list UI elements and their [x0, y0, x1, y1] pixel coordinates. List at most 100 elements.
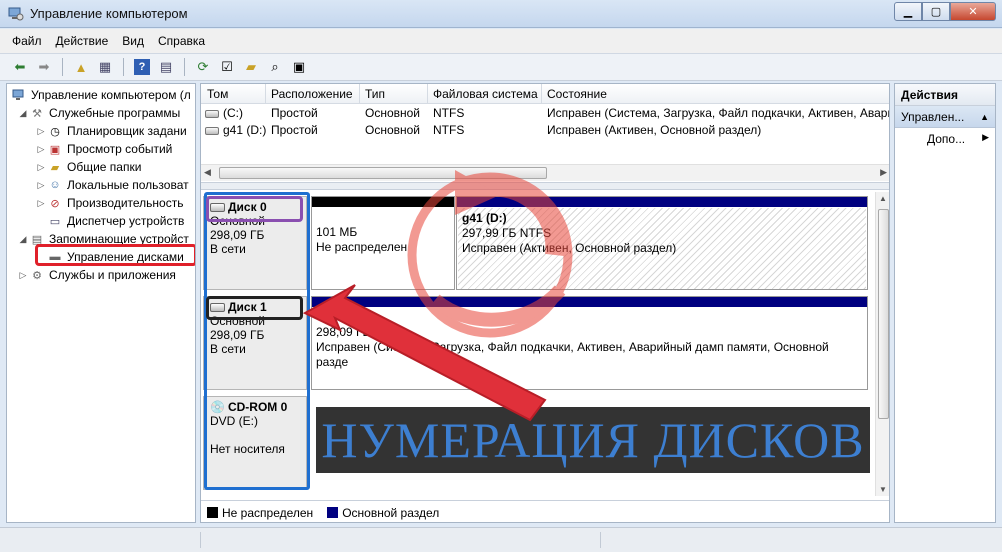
refresh-icon: ⟳	[197, 59, 209, 74]
tree-label: Службы и приложения	[49, 268, 176, 282]
volume-type: Основной	[365, 106, 421, 120]
tree-label: Производительность	[67, 196, 184, 210]
collapse-arrow-icon[interactable]: ◢	[17, 234, 29, 245]
tree-root[interactable]: Управление компьютером (л	[11, 86, 191, 104]
scroll-right-icon[interactable]: ▶	[880, 167, 887, 178]
toolbar-separator	[184, 58, 185, 76]
column-layout[interactable]: Расположение	[271, 87, 353, 101]
tree-label: Локальные пользоват	[67, 178, 189, 192]
tree-item-local-users[interactable]: ▷ ☺ Локальные пользоват	[35, 176, 189, 194]
disk-0-highlight	[206, 196, 303, 222]
title-bar: Управление компьютером ▁ ▢ ✕	[0, 0, 1002, 28]
expand-arrow-icon[interactable]: ▷	[17, 270, 29, 281]
menu-view[interactable]: Вид	[122, 34, 144, 48]
actions-pane: Действия Управлен... ▲ Допо... ▶	[894, 83, 996, 523]
volume-status: Исправен (Активен, Основной раздел)	[547, 123, 762, 137]
back-button[interactable]: ⬅	[10, 57, 30, 77]
clock-icon: ◷	[50, 125, 60, 138]
menu-action[interactable]: Действие	[56, 34, 109, 48]
partition-c[interactable]: 298,09 ГБ NTFS Исправен (Система, Загруз…	[311, 296, 868, 390]
volume-layout: Простой	[271, 123, 318, 137]
window-title: Управление компьютером	[30, 6, 188, 21]
open-folder-icon: ▰	[246, 59, 256, 74]
pane-splitter[interactable]	[201, 182, 889, 190]
disk-map-vscrollbar[interactable]: ▲ ▼	[875, 192, 889, 496]
tree-item-task-scheduler[interactable]: ▷ ◷ Планировщик задани	[35, 122, 187, 140]
search-button[interactable]: ⌕	[265, 57, 285, 77]
status-bar	[0, 527, 1002, 552]
volume-name: (C:)	[223, 106, 243, 120]
volume-fs: NTFS	[433, 123, 465, 137]
show-hide-action-pane-button[interactable]: ▤	[156, 57, 176, 77]
column-status[interactable]: Состояние	[547, 87, 607, 101]
device-manager-icon: ▭	[49, 215, 61, 228]
disk-management-highlight	[35, 244, 195, 266]
column-filesystem[interactable]: Файловая система	[433, 87, 538, 101]
tree-label: Планировщик задани	[67, 124, 187, 138]
toolbar: ⬅ ➡ ▲ ▦ ? ▤ ⟳ ☑ ▰ ⌕ ▣	[0, 53, 1002, 81]
actions-more[interactable]: Допо... ▶	[895, 128, 995, 150]
volume-icon	[205, 109, 219, 118]
submenu-arrow-icon: ▶	[982, 132, 989, 142]
expand-arrow-icon[interactable]: ▷	[35, 180, 47, 191]
menu-bar: Файл Действие Вид Справка	[0, 29, 1002, 53]
menu-help[interactable]: Справка	[158, 34, 205, 48]
scrollbar-thumb[interactable]	[878, 209, 889, 419]
partition-status: Исправен (Система, Загрузка, Файл подкач…	[316, 340, 829, 369]
partition-unallocated[interactable]: 101 МБ Не распределен	[311, 196, 455, 290]
expand-arrow-icon[interactable]: ▷	[35, 162, 47, 173]
partition-size: 101 МБ	[316, 225, 358, 239]
show-hide-tree-button[interactable]: ▦	[95, 57, 115, 77]
back-arrow-icon: ⬅	[14, 59, 26, 74]
annotation-banner: НУМЕРАЦИЯ ДИСКОВ	[316, 407, 870, 473]
volume-list-hscrollbar[interactable]: ◀ ▶	[201, 164, 889, 181]
partition-size: 297,99 ГБ NTFS	[462, 226, 552, 240]
services-icon: ⚙	[32, 269, 42, 282]
expand-arrow-icon[interactable]: ▷	[35, 126, 47, 137]
up-level-button[interactable]: ▲	[71, 57, 91, 77]
maximize-icon: ▢	[930, 6, 942, 18]
table-row[interactable]: (C:) Простой Основной NTFS Исправен (Сис…	[201, 105, 889, 122]
collapse-arrow-icon[interactable]: ◢	[17, 108, 29, 119]
tree-label: Просмотр событий	[67, 142, 173, 156]
expand-arrow-icon[interactable]: ▷	[35, 198, 47, 209]
tree-item-performance[interactable]: ▷ ⊘ Производительность	[35, 194, 184, 212]
column-volume[interactable]: Том	[207, 87, 228, 101]
partition-size: 298,09 ГБ NTFS	[316, 325, 406, 339]
disk-properties-button[interactable]: ▣	[289, 57, 309, 77]
forward-arrow-icon: ➡	[38, 59, 50, 74]
computer-management-icon	[8, 6, 24, 22]
minimize-icon: ▁	[903, 6, 913, 18]
maximize-button[interactable]: ▢	[922, 2, 950, 21]
scroll-left-icon[interactable]: ◀	[204, 167, 211, 178]
toolbar-separator	[62, 58, 63, 76]
tree-item-services[interactable]: ▷ ⚙ Службы и приложения	[17, 266, 176, 284]
partition-d[interactable]: g41 (D:) 297,99 ГБ NTFS Исправен (Активе…	[456, 196, 868, 290]
tree-item-system-tools[interactable]: ◢ ⚒ Служебные программы	[17, 104, 181, 122]
scrollbar-thumb[interactable]	[219, 167, 547, 179]
actions-section[interactable]: Управлен... ▲	[895, 106, 995, 128]
tree-item-shared-folders[interactable]: ▷ ▰ Общие папки	[35, 158, 142, 176]
table-row[interactable]: g41 (D:) Простой Основной NTFS Исправен …	[201, 122, 889, 139]
help-icon: ?	[134, 59, 150, 75]
console-tree-icon: ▦	[98, 59, 112, 74]
tree-item-event-viewer[interactable]: ▷ ▣ Просмотр событий	[35, 140, 173, 158]
minimize-button[interactable]: ▁	[894, 2, 922, 21]
scroll-up-icon[interactable]: ▲	[879, 194, 887, 203]
forward-button[interactable]: ➡	[34, 57, 54, 77]
scroll-down-icon[interactable]: ▼	[879, 485, 887, 494]
help-button[interactable]: ?	[132, 57, 152, 77]
event-viewer-icon: ▣	[49, 143, 61, 156]
collapse-up-icon[interactable]: ▲	[980, 112, 989, 122]
volume-type: Основной	[365, 123, 421, 137]
partition-status: Не распределен	[316, 240, 408, 254]
expand-arrow-icon[interactable]: ▷	[35, 144, 47, 155]
open-button[interactable]: ▰	[241, 57, 261, 77]
menu-file[interactable]: Файл	[12, 34, 42, 48]
properties-button[interactable]: ☑	[217, 57, 237, 77]
disk-icon: ▣	[292, 59, 306, 74]
refresh-button[interactable]: ⟳	[193, 57, 213, 77]
close-button[interactable]: ✕	[950, 2, 996, 21]
tree-item-device-manager[interactable]: ▭ Диспетчер устройств	[35, 212, 185, 230]
column-type[interactable]: Тип	[365, 87, 385, 101]
